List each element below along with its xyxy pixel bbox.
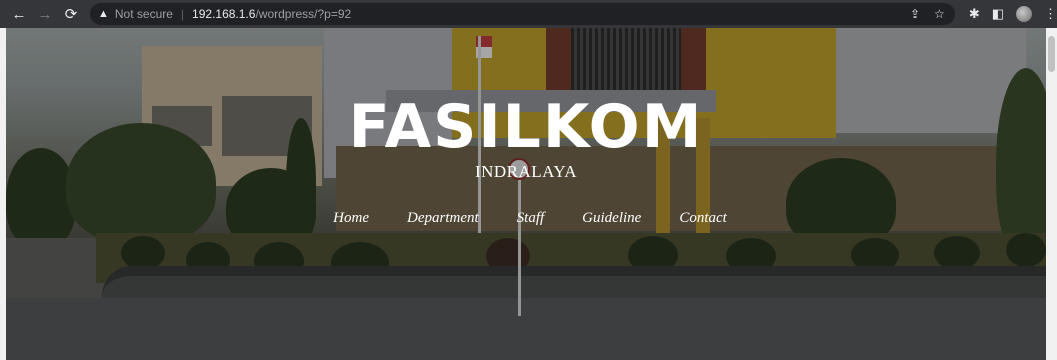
security-label: Not secure: [114, 7, 173, 21]
bookmark-star-icon[interactable]: ☆: [934, 7, 945, 21]
nav-guideline[interactable]: Guideline: [582, 210, 641, 227]
url-host: 192.168.1.6: [192, 7, 256, 21]
address-separator: |: [180, 7, 185, 21]
hero-section: FASILKOM INDRALAYA Home Department Staff…: [6, 28, 1046, 360]
nav-department[interactable]: Department: [407, 210, 479, 227]
nav-contact[interactable]: Contact: [679, 210, 727, 227]
back-icon[interactable]: ←: [8, 3, 30, 25]
warning-icon: ▲: [98, 8, 109, 20]
hero-overlay: [6, 28, 1046, 360]
url-path: /wordpress/?p=92: [255, 7, 352, 21]
browser-toolbar: ← → ⟳ ▲ Not secure | 192.168.1.6 /wordpr…: [0, 0, 1057, 28]
nav-staff[interactable]: Staff: [517, 210, 545, 227]
share-icon[interactable]: ⇪: [910, 7, 920, 21]
scrollbar-thumb[interactable]: [1048, 36, 1055, 72]
forward-icon[interactable]: →: [34, 3, 56, 25]
reload-icon[interactable]: ⟳: [60, 3, 82, 25]
address-bar[interactable]: ▲ Not secure | 192.168.1.6 /wordpress/?p…: [90, 3, 955, 25]
page-scrollbar[interactable]: [1046, 28, 1057, 360]
extensions-icon[interactable]: ✱: [969, 6, 980, 22]
site-subtitle: INDRALAYA: [474, 162, 578, 181]
nav-home[interactable]: Home: [333, 210, 369, 227]
side-panel-icon[interactable]: ◧: [992, 6, 1004, 22]
main-nav: Home Department Staff Guideline Contact: [6, 210, 1046, 227]
site-title[interactable]: FASILKOM: [6, 92, 1046, 162]
profile-avatar[interactable]: [1016, 6, 1033, 22]
menu-dots-icon[interactable]: ⋮: [1044, 6, 1057, 22]
